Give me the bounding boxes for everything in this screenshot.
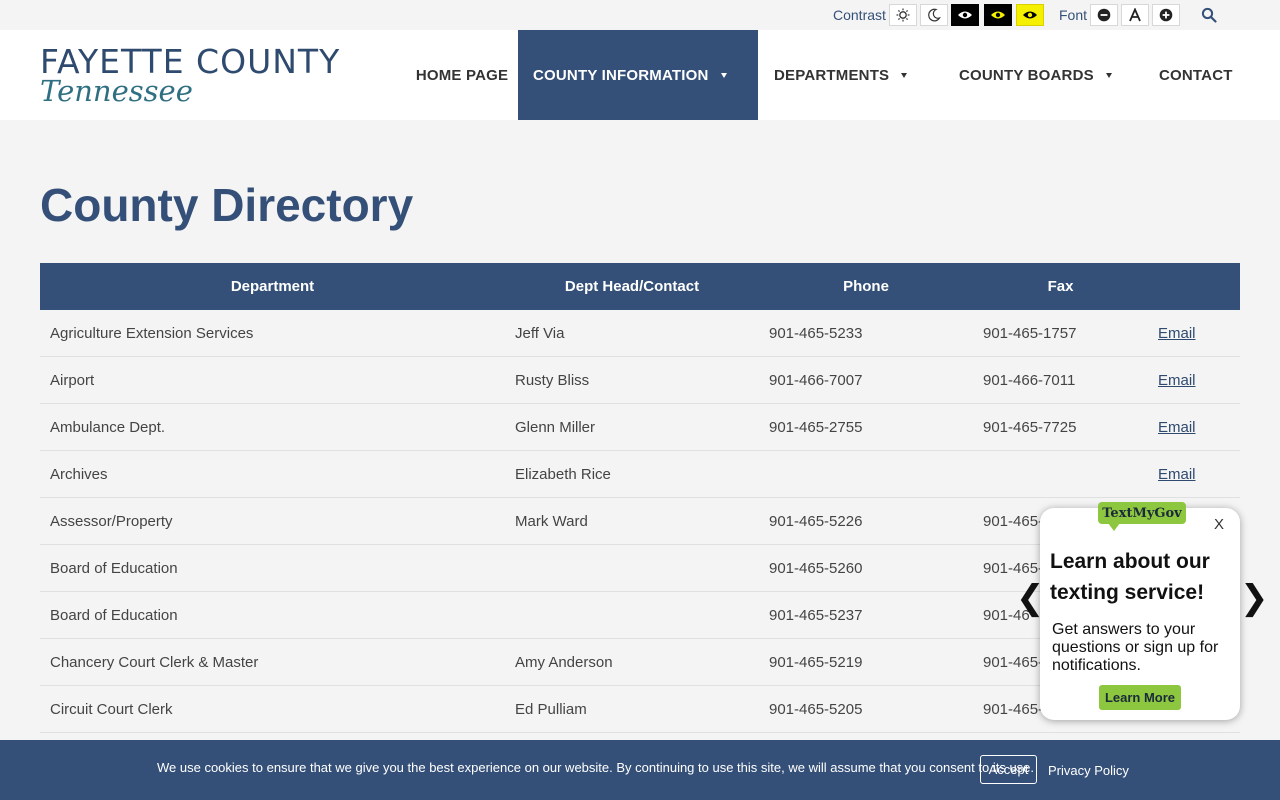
speech-bubble-tail-icon [1108,523,1120,531]
cookie-message: We use cookies to ensure that we give yo… [157,760,1035,775]
textmygov-logo: TextMyGov [1098,502,1186,524]
cookie-banner: We use cookies to ensure that we give yo… [0,740,1280,800]
email-link[interactable]: Email [1158,310,1196,357]
nav-label: COUNTY BOARDS [959,66,1094,84]
nav-home-page[interactable]: HOME PAGE [406,30,518,120]
learn-more-button[interactable]: Learn More [1099,685,1181,710]
sun-icon [896,8,910,22]
plus-circle-icon [1159,8,1173,22]
minus-circle-icon [1097,8,1111,22]
caret-down-icon [1105,72,1112,78]
fax-cell: 901-465- [983,513,1044,530]
search-button[interactable] [1201,7,1217,28]
department-cell: Assessor/Property [50,513,173,530]
nav-label: HOME PAGE [415,66,509,84]
close-button[interactable]: X [1214,516,1224,533]
fax-cell: 901-465-1757 [983,325,1077,342]
department-cell: Board of Education [50,560,178,577]
caret-down-icon [720,72,727,78]
accept-cookies-button[interactable]: Accept [980,755,1037,784]
department-cell: Chancery Court Clerk & Master [50,654,259,671]
site-header: FAYETTE COUNTY Tennessee HOME PAGE COUNT… [0,30,1280,120]
phone-cell: 901-465-2755 [769,419,863,436]
email-link[interactable]: Email [1158,357,1196,404]
contact-cell: Elizabeth Rice [515,466,611,483]
privacy-policy-link[interactable]: Privacy Policy [1048,763,1129,778]
phone-cell: 901-466-7007 [769,372,863,389]
eye-icon [958,11,972,19]
table-header: Department Dept Head/Contact Phone Fax [40,263,1240,310]
page-title: County Directory [40,179,414,231]
department-cell: Ambulance Dept. [50,419,166,436]
nav-label: DEPARTMENTS [774,66,890,84]
fax-cell: 901-465- [983,654,1044,671]
email-link[interactable]: Email [1158,451,1196,498]
search-icon [1201,7,1217,23]
column-header-contact: Dept Head/Contact [564,278,700,295]
table-row: Ambulance Dept. Glenn Miller 901-465-275… [40,404,1240,451]
nav-county-information[interactable]: COUNTY INFORMATION [518,30,758,120]
contact-cell: Mark Ward [515,513,588,530]
column-header-email [1148,263,1240,310]
font-decrease-button[interactable] [1090,4,1118,26]
department-cell: Agriculture Extension Services [50,325,254,342]
moon-icon [928,8,941,22]
contrast-yellow-black-button[interactable] [1016,4,1044,26]
department-cell: Archives [50,466,108,483]
chevron-left-icon[interactable]: ❮ [1016,578,1045,618]
phone-cell: 901-465-5226 [769,513,863,530]
contrast-label: Contrast [833,7,886,23]
fax-cell: 901-465- [983,701,1044,718]
contact-cell: Ed Pulliam [515,701,587,718]
eye-icon [1023,11,1037,19]
font-increase-button[interactable] [1152,4,1180,26]
nav-contact[interactable]: CONTACT [1159,30,1239,120]
fax-cell: 901-466-7011 [983,372,1076,389]
table-row: Archives Elizabeth Rice Email [40,451,1240,498]
contact-cell: Glenn Miller [515,419,596,436]
email-link[interactable]: Email [1158,404,1196,451]
department-cell: Board of Education [50,607,178,624]
column-header-department: Department [230,278,315,295]
nav-label: CONTACT [1159,66,1233,84]
eye-icon [991,11,1005,19]
logo-state-name: Tennessee [40,74,193,108]
caret-down-icon [901,72,908,78]
contact-cell: Rusty Bliss [515,372,590,389]
contact-cell: Amy Anderson [515,654,613,671]
nav-label: COUNTY INFORMATION [533,66,709,84]
table-row: Airport Rusty Bliss 901-466-7007 901-466… [40,357,1240,404]
column-header-phone: Phone [843,278,889,295]
contrast-dark-button[interactable] [920,4,948,26]
department-cell: Airport [50,372,95,389]
phone-cell: 901-465-5233 [769,325,863,342]
phone-cell: 901-465-5260 [769,560,863,577]
fax-cell: 901-465-7725 [983,419,1077,436]
nav-departments[interactable]: DEPARTMENTS [774,30,924,120]
font-reset-button[interactable] [1121,4,1149,26]
nav-county-boards[interactable]: COUNTY BOARDS [959,30,1119,120]
chevron-right-icon[interactable]: ❯ [1240,578,1269,618]
table-row: Agriculture Extension Services Jeff Via … [40,310,1240,357]
letter-a-icon [1129,8,1141,22]
textmygov-title: Learn about our texting service! [1050,550,1210,604]
column-header-fax: Fax [1047,278,1074,295]
phone-cell: 901-465-5237 [769,607,863,624]
department-cell: Circuit Court Clerk [50,701,173,718]
contrast-default-button[interactable] [889,4,917,26]
contrast-high-button[interactable] [951,4,979,26]
contrast-black-yellow-button[interactable] [984,4,1012,26]
textmygov-body: Get answers to your questions or sign up… [1052,621,1219,674]
utility-bar: Contrast Font [0,0,1280,30]
contact-cell: Jeff Via [515,325,565,342]
phone-cell: 901-465-5205 [769,701,863,718]
font-label: Font [1059,7,1088,23]
phone-cell: 901-465-5219 [769,654,863,671]
